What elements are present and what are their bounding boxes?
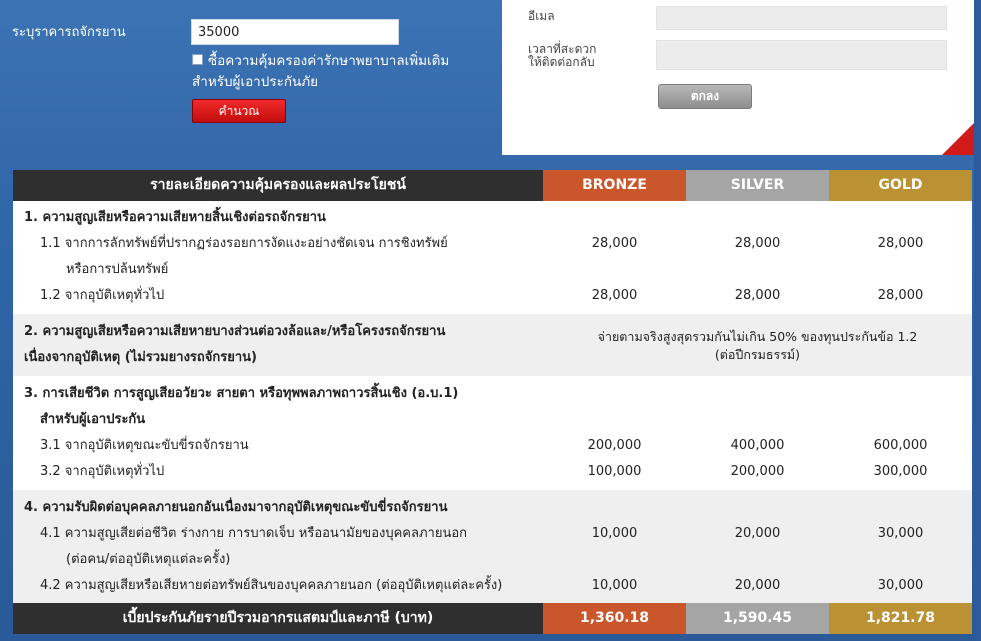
premium-bronze: 1,360.18: [543, 603, 686, 634]
section-2-title-cont: เนื่องจากอุบัติเหตุ (ไม่รวมยางรถจักรยาน): [24, 350, 257, 365]
plan-silver-header: SILVER: [686, 170, 829, 201]
row-3-2-gold: 300,000: [873, 464, 928, 479]
row-1-2-gold: 28,000: [877, 288, 924, 303]
submit-button[interactable]: ตกลง: [658, 84, 752, 109]
row-4-1-bronze: 10,000: [591, 526, 638, 541]
callback-time-input[interactable]: [656, 40, 947, 70]
section-1-title: 1. ความสูญเสียหรือความเสียหายสิ้นเชิงต่อ…: [24, 210, 326, 225]
section-3-title-cont: สำหรับผู้เอาประกัน: [40, 412, 146, 427]
row-1-1-gold: 28,000: [877, 236, 924, 251]
section-2: 2. ความสูญเสียหรือความเสียหายบางส่วนต่อว…: [13, 314, 972, 376]
section-4-title: 4. ความรับผิดต่อบุคคลภายนอกอันเนื่องมาจา…: [24, 500, 448, 515]
section-2-note-cont: (ต่อปีกรมธรรม์): [714, 347, 801, 362]
row-1-2-silver: 28,000: [734, 288, 781, 303]
contact-form-panel: อีเมล เวลาที่สะดวก ให้ติดต่อกลับ ตกลง: [502, 0, 974, 155]
row-3-1-gold: 600,000: [873, 438, 928, 453]
row-1-1-label-cont: หรือการปล้นทรัพย์: [66, 262, 169, 277]
row-4-1-label: 4.1 ความสูญเสียต่อชีวิต ร่างกาย การบาดเจ…: [40, 526, 468, 541]
extra-medical-label-1: ซื้อความคุ้มครองค่ารักษาพยาบาลเพิ่มเติม: [208, 53, 450, 69]
section-3-title: 3. การเสียชีวิต การสูญเสียอวัยวะ สายตา ห…: [24, 386, 459, 401]
premium-gold: 1,821.78: [829, 603, 972, 634]
section-1: 1. ความสูญเสียหรือความเสียหายสิ้นเชิงต่อ…: [13, 201, 972, 314]
table-header-row: รายละเอียดความคุ้มครองและผลประโยชน์ BRON…: [13, 170, 972, 201]
premium-silver: 1,590.45: [686, 603, 829, 634]
row-3-1-label: 3.1 จากอุบัติเหตุขณะขับขี่รถจักรยาน: [40, 438, 249, 453]
calculate-button[interactable]: คำนวณ: [192, 99, 286, 123]
row-4-2-silver: 20,000: [734, 578, 781, 593]
row-3-2-label: 3.2 จากอุบัติเหตุทั่วไป: [40, 464, 165, 479]
section-2-note: จ่ายตามจริงสูงสุดรวมกันไม่เกิน 50% ของทุ…: [597, 329, 918, 344]
row-4-2-bronze: 10,000: [591, 578, 638, 593]
row-3-1-silver: 400,000: [730, 438, 785, 453]
premium-total-label: เบี้ยประกันภัยรายปีรวมอากรแสตมป์และภาษี …: [13, 603, 543, 634]
row-1-1-label: 1.1 จากการลักทรัพย์ที่ปรากฏร่องรอยการงัด…: [40, 236, 448, 251]
row-1-2-label: 1.2 จากอุบัติเหตุทั่วไป: [40, 288, 165, 303]
email-label: อีเมล: [528, 9, 555, 23]
coverage-table: รายละเอียดความคุ้มครองและผลประโยชน์ BRON…: [13, 170, 972, 634]
extra-medical-checkbox[interactable]: [192, 54, 203, 65]
row-3-1-bronze: 200,000: [587, 438, 642, 453]
page-curl-decoration: [942, 123, 974, 155]
row-4-1-gold: 30,000: [877, 526, 924, 541]
scrollbar-strip[interactable]: [974, 0, 981, 641]
section-4: 4. ความรับผิดต่อบุคคลภายนอกอันเนื่องมาจา…: [13, 490, 972, 603]
row-3-2-bronze: 100,000: [587, 464, 642, 479]
section-3: 3. การเสียชีวิต การสูญเสียอวัยวะ สายตา ห…: [13, 376, 972, 490]
bicycle-price-input[interactable]: 35000: [191, 19, 399, 45]
extra-medical-label-2: สำหรับผู้เอาประกันภัย: [192, 74, 319, 90]
row-4-2-label: 4.2 ความสูญเสียหรือเสียหายต่อทรัพย์สินขอ…: [40, 578, 503, 593]
table-header-title: รายละเอียดความคุ้มครองและผลประโยชน์: [13, 170, 543, 201]
callback-time-label-2: ให้ติดต่อกลับ: [528, 55, 595, 69]
row-4-1-label-cont: (ต่อคน/ต่ออุบัติเหตุแต่ละครั้ง): [66, 552, 231, 567]
row-1-2-bronze: 28,000: [591, 288, 638, 303]
row-1-1-silver: 28,000: [734, 236, 781, 251]
plan-gold-header: GOLD: [829, 170, 972, 201]
row-3-2-silver: 200,000: [730, 464, 785, 479]
section-2-title: 2. ความสูญเสียหรือความเสียหายบางส่วนต่อว…: [24, 324, 446, 339]
sum-insured-label: ระบุราคารถจักรยาน: [12, 25, 126, 40]
calculator-panel: ระบุราคารถจักรยาน 35000 ซื้อความคุ้มครอง…: [0, 0, 500, 160]
row-4-2-gold: 30,000: [877, 578, 924, 593]
callback-time-label-1: เวลาที่สะดวก: [528, 42, 597, 56]
premium-total-row: เบี้ยประกันภัยรายปีรวมอากรแสตมป์และภาษี …: [13, 603, 972, 634]
row-4-1-silver: 20,000: [734, 526, 781, 541]
email-input[interactable]: [656, 6, 947, 30]
row-1-1-bronze: 28,000: [591, 236, 638, 251]
plan-bronze-header: BRONZE: [543, 170, 686, 201]
